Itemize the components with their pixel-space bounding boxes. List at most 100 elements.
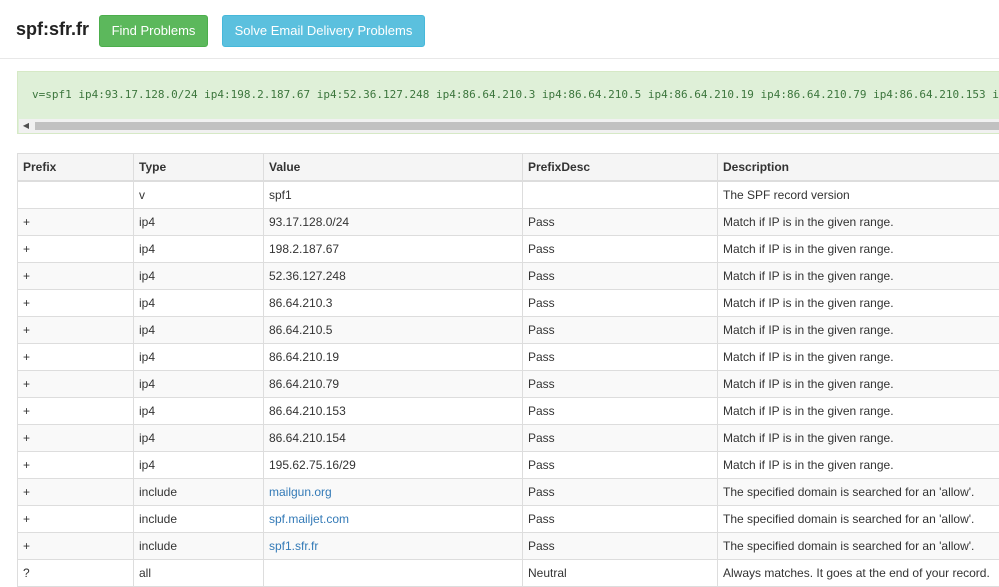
cell-prefix: + [18,506,134,533]
cell-value [264,560,523,587]
column-header-prefix[interactable]: Prefix [18,154,134,182]
cell-prefixdesc: Pass [523,425,718,452]
column-header-type[interactable]: Type [134,154,264,182]
cell-prefix: + [18,344,134,371]
cell-value: 198.2.187.67 [264,236,523,263]
cell-prefixdesc [523,181,718,209]
cell-type: all [134,560,264,587]
table-row: +include spf.mailjet.com PassThe specified… [18,506,999,533]
find-problems-button[interactable]: Find Problems [99,15,208,47]
cell-prefixdesc: Pass [523,344,718,371]
cell-value: 86.64.210.5 [264,317,523,344]
cell-prefix: + [18,317,134,344]
cell-description: Match if IP is in the given range. [718,263,999,290]
cell-value: spf1 [264,181,523,209]
cell-description: Match if IP is in the given range. [718,317,999,344]
cell-prefixdesc: Pass [523,290,718,317]
cell-type: include [134,479,264,506]
cell-value: 86.64.210.154 [264,425,523,452]
cell-prefixdesc: Pass [523,479,718,506]
table-row: ?all NeutralAlways matches. It goes at th… [18,560,999,587]
cell-value: 86.64.210.19 [264,344,523,371]
table-body: vspf1The SPF record version+ip493.17.128… [18,181,999,587]
cell-prefixdesc: Pass [523,533,718,560]
scrollbar-thumb[interactable] [35,122,999,130]
cell-prefix: + [18,371,134,398]
cell-description: Match if IP is in the given range. [718,236,999,263]
table-row: vspf1 The SPF record version [18,181,999,209]
cell-value: 86.64.210.79 [264,371,523,398]
cell-type: include [134,506,264,533]
scroll-left-arrow-icon[interactable]: ◀ [19,119,33,133]
cell-type: ip4 [134,290,264,317]
page-header: spf:sfr.fr Find Problems Solve Email Del… [0,0,999,59]
cell-prefixdesc: Pass [523,398,718,425]
cell-type: ip4 [134,452,264,479]
cell-value: 52.36.127.248 [264,263,523,290]
table-row: +ip486.64.210.153PassMatch if IP is in t… [18,398,999,425]
table-row: +ip4198.2.187.67PassMatch if IP is in th… [18,236,999,263]
cell-value: spf1.sfr.fr [264,533,523,560]
cell-description: The SPF record version [718,181,999,209]
solve-email-delivery-button[interactable]: Solve Email Delivery Problems [222,15,425,47]
cell-prefix: + [18,452,134,479]
include-domain-link[interactable]: spf.mailjet.com [269,512,349,526]
cell-type: ip4 [134,263,264,290]
cell-prefix: + [18,290,134,317]
table-row: +ip452.36.127.248PassMatch if IP is in t… [18,263,999,290]
cell-description: Match if IP is in the given range. [718,452,999,479]
cell-value: 93.17.128.0/24 [264,209,523,236]
include-domain-link[interactable]: spf1.sfr.fr [269,539,318,553]
cell-type: ip4 [134,236,264,263]
cell-type: include [134,533,264,560]
table-row: +include mailgun.org PassThe specified dom… [18,479,999,506]
cell-prefix: ? [18,560,134,587]
cell-type: ip4 [134,398,264,425]
cell-prefix: + [18,209,134,236]
spf-record-text: v=spf1 ip4:93.17.128.0/24 ip4:198.2.187.… [32,88,999,101]
cell-value: 86.64.210.153 [264,398,523,425]
cell-description: Match if IP is in the given range. [718,290,999,317]
cell-prefixdesc: Pass [523,506,718,533]
cell-value: spf.mailjet.com [264,506,523,533]
cell-type: v [134,181,264,209]
table-row: +ip486.64.210.154PassMatch if IP is in t… [18,425,999,452]
cell-description: The specified domain is searched for an … [718,533,999,560]
table-row: +include spf1.sfr.fr PassThe specified dom… [18,533,999,560]
cell-prefixdesc: Neutral [523,560,718,587]
cell-prefix: + [18,398,134,425]
cell-description: Match if IP is in the given range. [718,344,999,371]
cell-value: 86.64.210.3 [264,290,523,317]
cell-description: Match if IP is in the given range. [718,371,999,398]
cell-type: ip4 [134,317,264,344]
cell-type: ip4 [134,425,264,452]
cell-prefixdesc: Pass [523,263,718,290]
cell-value: 195.62.75.16/29 [264,452,523,479]
table-row: +ip486.64.210.3PassMatch if IP is in the… [18,290,999,317]
cell-type: ip4 [134,371,264,398]
cell-type: ip4 [134,209,264,236]
cell-prefix: + [18,479,134,506]
cell-description: Match if IP is in the given range. [718,398,999,425]
table-row: +ip486.64.210.19PassMatch if IP is in th… [18,344,999,371]
table-header-row: Prefix Type Value PrefixDesc Description [18,154,999,182]
cell-prefix: + [18,263,134,290]
cell-prefixdesc: Pass [523,452,718,479]
cell-description: Match if IP is in the given range. [718,425,999,452]
column-header-prefixdesc[interactable]: PrefixDesc [523,154,718,182]
cell-description: The specified domain is searched for an … [718,479,999,506]
column-header-value[interactable]: Value [264,154,523,182]
table-row: +ip486.64.210.79PassMatch if IP is in th… [18,371,999,398]
page-title: spf:sfr.fr [16,19,89,40]
horizontal-scrollbar[interactable]: ◀ [19,119,999,133]
cell-description: Always matches. It goes at the end of yo… [718,560,999,587]
cell-prefix: + [18,236,134,263]
column-header-description[interactable]: Description [718,154,999,182]
table-row: +ip493.17.128.0/24PassMatch if IP is in … [18,209,999,236]
cell-prefix: + [18,533,134,560]
spf-table: Prefix Type Value PrefixDesc Description… [17,153,999,587]
cell-type: ip4 [134,344,264,371]
include-domain-link[interactable]: mailgun.org [269,485,332,499]
cell-description: Match if IP is in the given range. [718,209,999,236]
cell-description: The specified domain is searched for an … [718,506,999,533]
